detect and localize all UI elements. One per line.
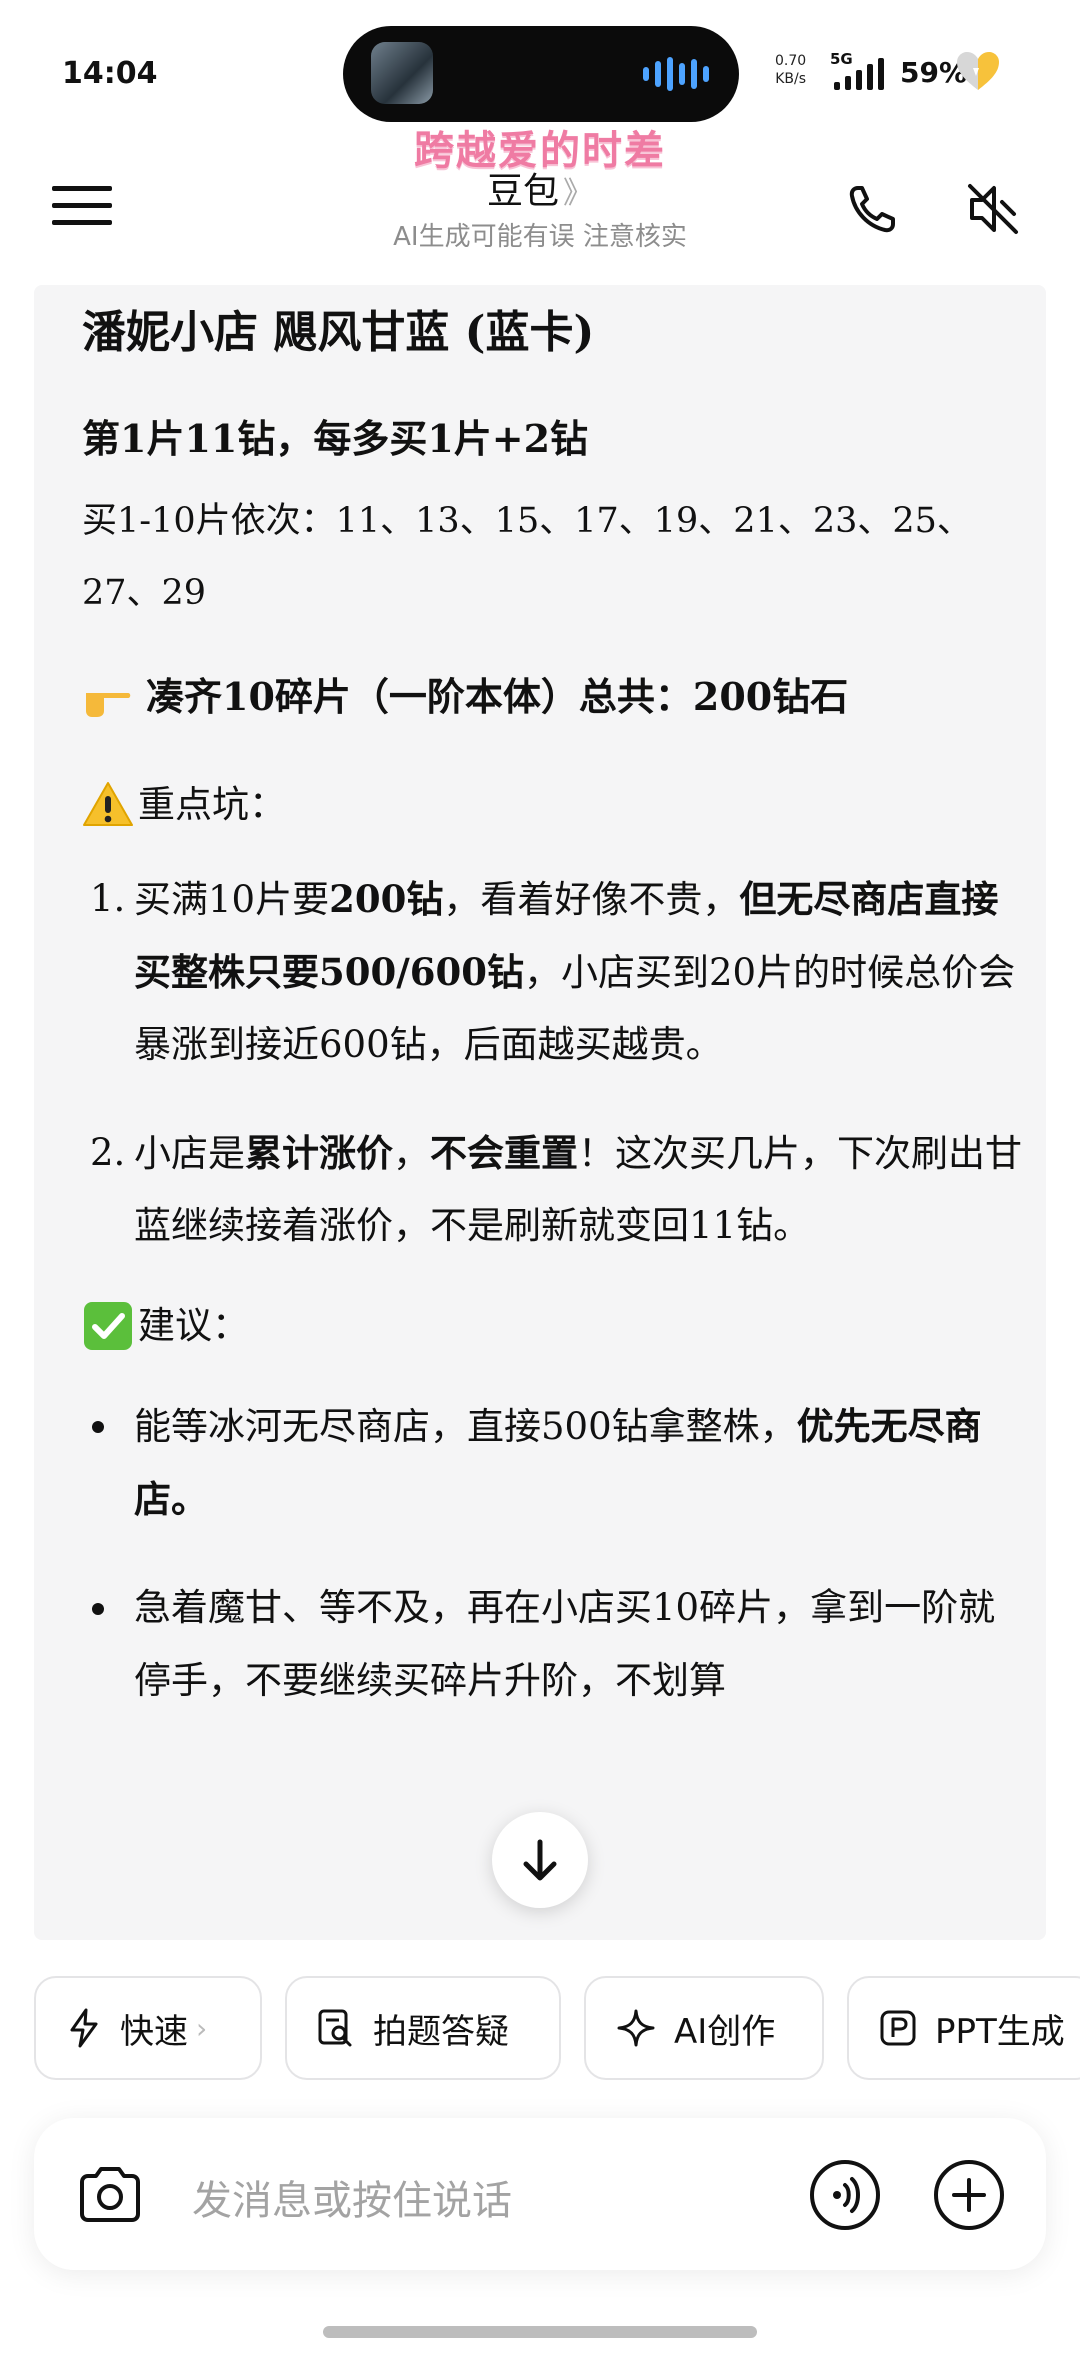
pitfalls-list: 1. 买满10片要200钻，看着好像不贵，但无尽商店直接买整株只要500/600钻… — [82, 863, 1022, 1262]
ai-message-card: 潘妮小店 飓风甘蓝 (蓝卡) 第1片11钻，每多买1片+2钻 买1-10片依次：… — [34, 285, 1046, 1940]
camera-icon[interactable] — [74, 2160, 146, 2230]
check-mark-icon — [84, 1302, 132, 1350]
mute-icon[interactable] — [958, 174, 1028, 244]
network-type: 5G — [830, 50, 853, 68]
battery-heart-icon — [957, 52, 999, 90]
list-item: 2. 小店是累计涨价，不会重置！这次买几片，下次刷出甘蓝继续接着涨价，不是刷新就变… — [90, 1131, 1022, 1247]
advice-list: 能等冰河无尽商店，直接500钻拿整株，优先无尽商店。 急着魔甘、等不及，再在小店… — [82, 1390, 1022, 1717]
message-input-placeholder[interactable]: 发消息或按住说话 — [192, 2168, 512, 2226]
photo-question-icon — [318, 2009, 352, 2047]
chat-title-text: 豆包 — [486, 171, 559, 212]
phone-icon[interactable] — [838, 174, 908, 244]
message-input-bar[interactable]: 发消息或按住说话 — [34, 2118, 1046, 2270]
dynamic-island[interactable] — [343, 26, 739, 122]
plus-icon[interactable] — [932, 2158, 1006, 2232]
list-item: 急着魔甘、等不及，再在小店买10碎片，拿到一阶就停手，不要继续买碎片升阶，不划算 — [82, 1572, 1022, 1717]
lightning-icon — [70, 2008, 98, 2048]
net-speed: 0.70 KB/s — [775, 52, 806, 88]
message-heading: 潘妮小店 飓风甘蓝 (蓝卡) — [82, 307, 595, 358]
total-line: 凑齐10碎片（一阶本体）总共：200钻石 — [82, 669, 1022, 725]
total-text: 凑齐10碎片（一阶本体）总共：200钻石 — [146, 674, 849, 719]
price-rule: 第1片11钻，每多买1片+2钻 — [82, 416, 589, 461]
home-indicator[interactable] — [323, 2326, 757, 2338]
island-app-icon — [371, 42, 433, 104]
bullet-dot — [92, 1603, 104, 1615]
ai-disclaimer: AI生成可能有误 注意核实 — [393, 222, 687, 252]
audio-wave-icon — [643, 56, 709, 92]
bullet-dot — [92, 1421, 104, 1433]
ppt-icon — [880, 2010, 916, 2046]
price-list: 买1-10片依次：11、13、15、17、19、21、23、25、27、29 — [82, 501, 972, 613]
warning-icon — [83, 782, 133, 826]
signal-icon: 5G — [830, 50, 884, 90]
scroll-to-bottom-button[interactable] — [492, 1812, 588, 1908]
chat-header: 跨越爱的时差 豆包》 AI生成可能有误 注意核实 — [0, 110, 1080, 260]
chip-ppt[interactable]: PPT生成 — [847, 1976, 1080, 2080]
status-time: 14:04 — [62, 56, 158, 91]
sparkle-icon — [617, 2009, 655, 2047]
pitfalls-title-text: 重点坑： — [138, 783, 286, 826]
list-item: 能等冰河无尽商店，直接500钻拿整株，优先无尽商店。 — [82, 1390, 1022, 1536]
voice-call-icon[interactable] — [808, 2158, 882, 2232]
pointing-hand-icon — [86, 693, 131, 717]
chip-photo-question[interactable]: 拍题答疑 — [285, 1976, 561, 2080]
chat-title[interactable]: 豆包》 — [0, 162, 1080, 214]
chevron-right-icon: › — [196, 2011, 208, 2045]
chip-fast-mode[interactable]: 快速 › — [34, 1976, 262, 2080]
advice-title: 建议： — [82, 1298, 1022, 1354]
arrow-down-icon — [523, 1839, 557, 1881]
list-item: 1. 买满10片要200钻，看着好像不贵，但无尽商店直接买整株只要500/600钻… — [90, 877, 1016, 1066]
net-speed-unit: KB/s — [775, 71, 806, 87]
chevron-right-icon: 》 — [563, 176, 593, 211]
pitfalls-title: 重点坑： — [82, 777, 1022, 833]
net-speed-value: 0.70 — [775, 53, 807, 69]
chip-ai-create[interactable]: AI创作 — [584, 1976, 824, 2080]
advice-title-text: 建议： — [138, 1304, 249, 1347]
message-content: 潘妮小店 飓风甘蓝 (蓝卡) 第1片11钻，每多买1片+2钻 买1-10片依次：… — [82, 285, 1022, 1717]
quick-action-chips: 快速 › 拍题答疑 AI创作 PPT生成 — [0, 1976, 1080, 2086]
